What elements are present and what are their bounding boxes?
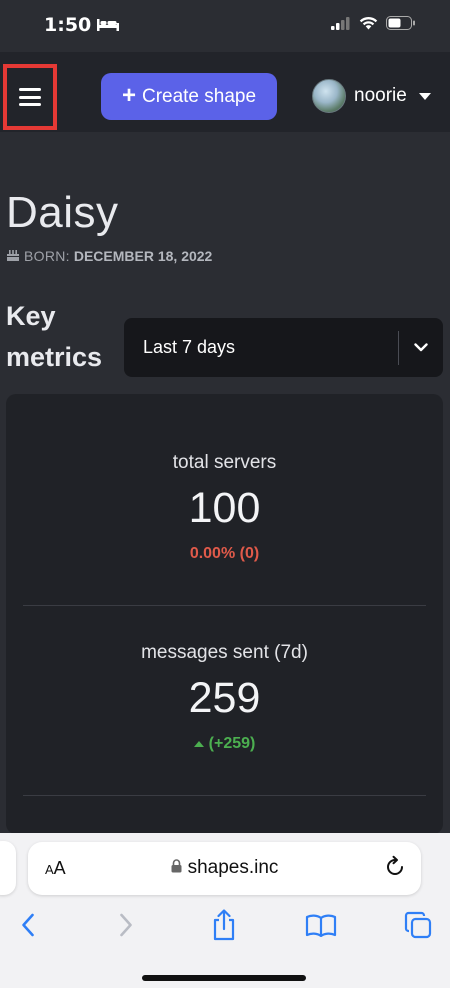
back-icon[interactable]	[8, 907, 48, 943]
cake-icon	[6, 248, 20, 264]
date-range-select[interactable]: Last 7 days	[124, 318, 443, 377]
status-time: 1:50	[44, 14, 92, 36]
reload-icon[interactable]	[383, 855, 407, 884]
key-metrics-line2: metrics	[6, 342, 103, 372]
status-time-group: 1:50	[44, 14, 120, 36]
menu-button[interactable]	[3, 64, 57, 130]
bed-icon	[97, 14, 120, 36]
previous-tab-peek[interactable]	[0, 841, 16, 895]
wifi-icon	[359, 16, 378, 35]
born-info: BORN: DECEMBER 18, 2022	[6, 248, 212, 264]
key-metrics-heading: Key metrics	[6, 296, 102, 378]
metrics-card: total servers 100 0.00% (0) messages sen…	[6, 394, 443, 834]
url-text: shapes.inc	[187, 857, 279, 878]
share-icon[interactable]	[204, 907, 244, 943]
home-indicator[interactable]	[142, 975, 306, 981]
metric-value: 259	[188, 674, 261, 722]
card-divider	[23, 605, 426, 606]
signal-icon	[331, 16, 351, 35]
forward-icon[interactable]	[106, 907, 146, 943]
avatar	[312, 79, 346, 113]
born-label: BORN:	[24, 248, 70, 264]
battery-icon	[386, 16, 416, 35]
hamburger-icon	[19, 88, 41, 106]
metric-total-servers: total servers 100 0.00% (0)	[6, 452, 443, 563]
metric-change: 0.00% (0)	[6, 545, 443, 563]
date-range-value: Last 7 days	[143, 337, 236, 357]
metric-change-text: (+259)	[208, 735, 256, 752]
born-date: DECEMBER 18, 2022	[73, 248, 213, 264]
tabs-icon[interactable]	[398, 907, 438, 943]
chevron-down-icon	[399, 343, 443, 352]
create-shape-label: Create shape	[141, 85, 257, 107]
status-bar: 1:50	[0, 0, 450, 52]
address-bar[interactable]: AA shapes.inc	[28, 842, 421, 895]
metric-messages-sent: messages sent (7d) 259 (+259)	[6, 642, 443, 753]
lock-icon	[171, 857, 182, 879]
trend-up-icon	[193, 741, 204, 747]
page-title: Daisy	[6, 188, 119, 237]
metric-change-text: 0.00% (0)	[189, 545, 260, 562]
plus-icon: +	[121, 81, 136, 109]
browser-chrome: AA shapes.inc	[0, 833, 450, 988]
user-menu[interactable]: noorie	[312, 79, 431, 113]
metric-label: total servers	[172, 452, 277, 473]
status-icons	[331, 16, 416, 35]
metric-change: (+259)	[6, 735, 443, 753]
metric-value: 100	[188, 484, 261, 532]
caret-down-icon	[418, 92, 431, 100]
create-shape-button[interactable]: + Create shape	[101, 73, 277, 120]
top-navigation: + Create shape noorie	[0, 52, 450, 132]
metric-label: messages sent (7d)	[141, 642, 308, 663]
key-metrics-line1: Key	[6, 301, 56, 331]
card-divider	[23, 795, 426, 796]
bookmarks-icon[interactable]	[301, 907, 341, 943]
url-display: shapes.inc	[28, 857, 421, 879]
username: noorie	[354, 85, 407, 106]
